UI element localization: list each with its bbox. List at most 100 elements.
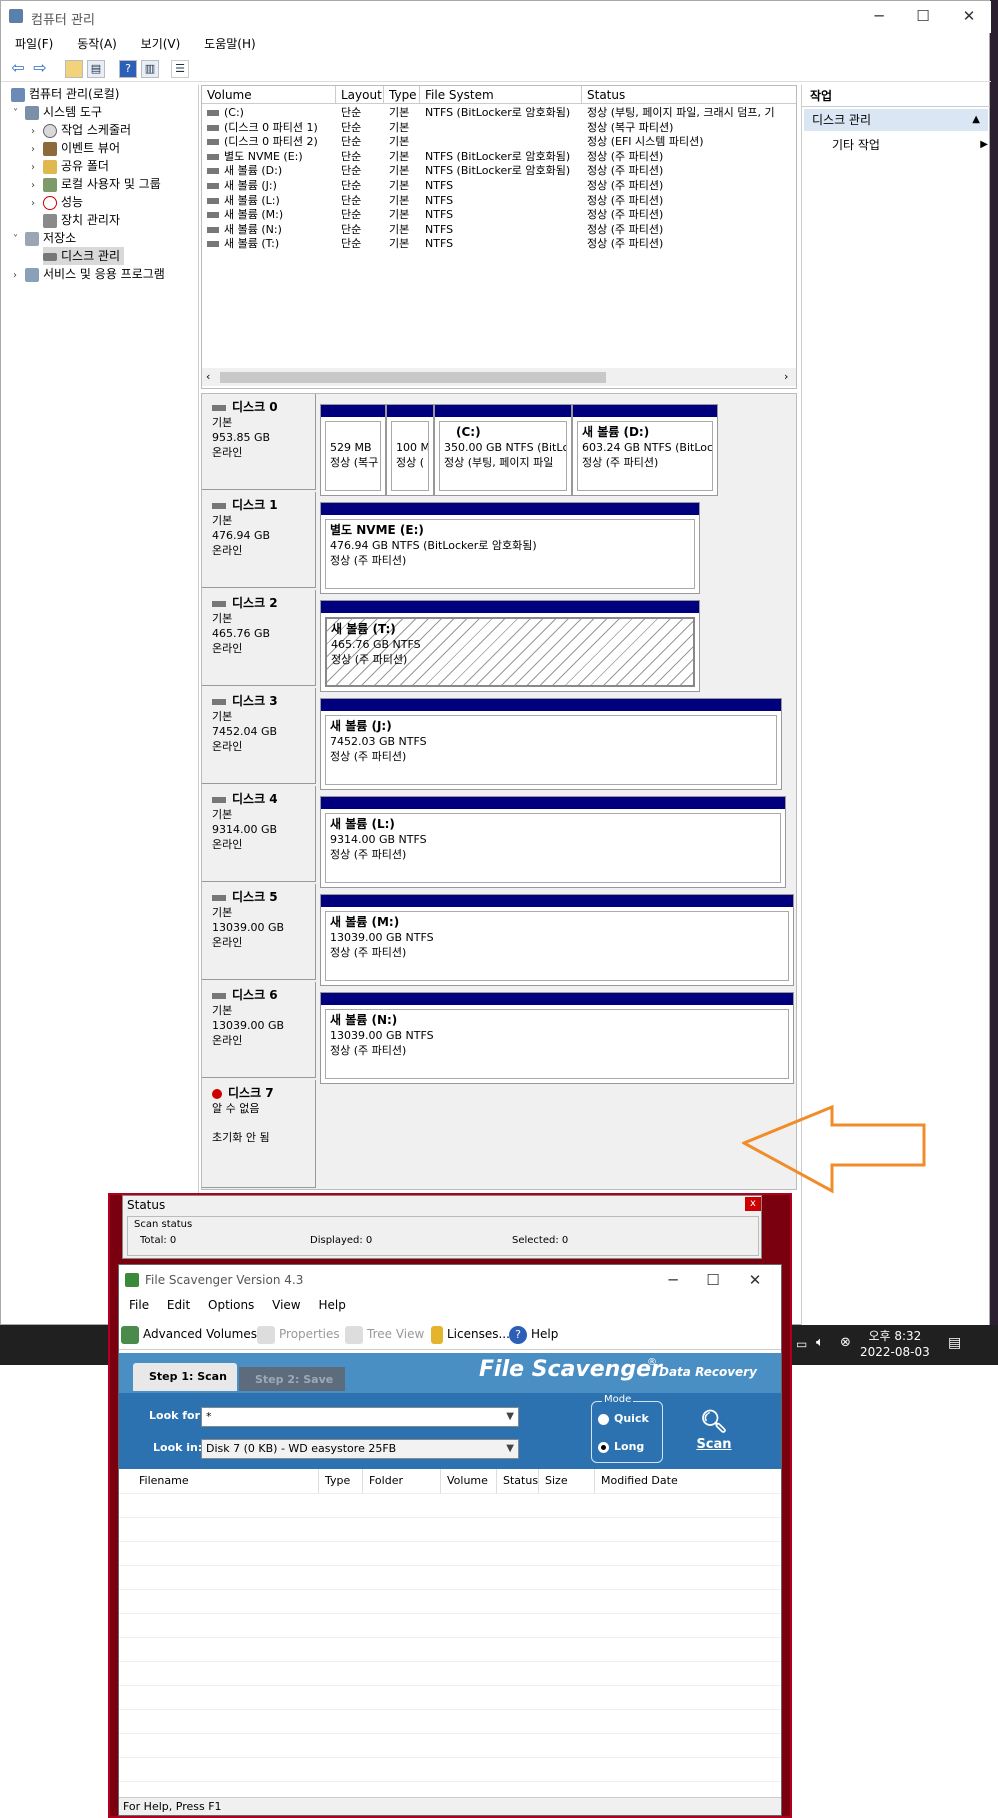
chevron-right-icon[interactable]: › — [31, 195, 43, 213]
tree-item-disk-management[interactable]: 디스크 관리 — [43, 247, 125, 265]
menu-edit[interactable]: Edit — [167, 1298, 190, 1312]
column-header-type[interactable]: Type — [384, 86, 420, 104]
tree-view-button[interactable]: Tree View — [345, 1324, 424, 1344]
scroll-left-icon[interactable]: ‹ — [206, 370, 210, 383]
volume-icon[interactable]: 🔈︎ — [816, 1335, 824, 1350]
disk-label-7[interactable]: 디스크 7 알 수 없음 초기화 안 됨 — [202, 1080, 316, 1188]
volume-icon — [207, 183, 219, 189]
column-header-size[interactable]: Size — [539, 1469, 595, 1493]
disk-label-6[interactable]: 디스크 6 기본 13039.00 GB 온라인 — [202, 982, 316, 1078]
more-actions-item[interactable]: 기타 작업 ▶ — [832, 135, 988, 155]
partition-e[interactable]: 별도 NVME (E:) 476.94 GB NTFS (BitLocker로 암… — [320, 502, 700, 594]
mute-icon[interactable]: ⊗ — [840, 1335, 851, 1350]
partition-n[interactable]: 새 볼륨 (N:) 13039.00 GB NTFS 정상 (주 파티션) — [320, 992, 794, 1084]
chevron-down-icon[interactable]: ˅ — [13, 231, 25, 249]
tab-step-save[interactable]: Step 2: Save — [239, 1367, 345, 1391]
mode-long-radio[interactable]: Long — [598, 1440, 644, 1453]
look-in-select[interactable]: Disk 7 (0 KB) - WD easystore 25FB ▼ — [201, 1439, 519, 1459]
advanced-volumes-button[interactable]: Advanced Volumes... — [121, 1324, 268, 1344]
brand-logo: File Scavenger — [479, 1357, 662, 1382]
tree-item-performance[interactable]: › 성능 — [31, 193, 83, 211]
back-arrow-icon[interactable]: ⇦ — [9, 60, 27, 78]
column-header-volume[interactable]: Volume — [441, 1469, 497, 1493]
close-icon[interactable]: ✕ — [959, 7, 979, 27]
tree-item-storage[interactable]: ˅ 저장소 — [13, 229, 76, 247]
column-header-type[interactable]: Type — [319, 1469, 363, 1493]
maximize-icon[interactable]: ☐ — [703, 1271, 723, 1291]
partition-t[interactable]: 새 볼륨 (T:) 465.76 GB NTFS 정상 (주 파티션) — [320, 600, 700, 692]
help-icon[interactable]: ? — [119, 60, 137, 78]
column-header-modified-date[interactable]: Modified Date — [595, 1469, 781, 1493]
chevron-down-icon[interactable]: ▼ — [506, 1440, 514, 1458]
column-header-folder[interactable]: Folder — [363, 1469, 441, 1493]
network-icon[interactable]: ▭ — [796, 1337, 807, 1351]
properties-button[interactable]: Properties — [257, 1324, 340, 1344]
partition-d[interactable]: 새 볼륨 (D:) 603.24 GB NTFS (BitLoc 정상 (주 파티션… — [572, 404, 718, 496]
tree-item-system-tools[interactable]: ˅ 시스템 도구 — [13, 103, 102, 121]
chevron-down-icon[interactable]: ▼ — [506, 1408, 514, 1426]
chevron-down-icon[interactable]: ˅ — [13, 105, 25, 123]
tree-item-device-manager[interactable]: 장치 관리자 — [43, 211, 120, 229]
column-header-file-system[interactable]: File System — [420, 86, 582, 104]
column-header-status[interactable]: Status — [582, 86, 796, 104]
tree-item-task-scheduler[interactable]: › 작업 스케줄러 — [31, 121, 131, 139]
scrollbar-thumb[interactable] — [220, 372, 606, 383]
action-pane-icon[interactable]: ▥ — [141, 60, 159, 78]
disk-label-4[interactable]: 디스크 4 기본 9314.00 GB 온라인 — [202, 786, 316, 882]
tab-step-scan[interactable]: Step 1: Scan — [133, 1363, 237, 1391]
tree-item-shared-folders[interactable]: › 공유 폴더 — [31, 157, 109, 175]
partition-j[interactable]: 새 볼륨 (J:) 7452.03 GB NTFS 정상 (주 파티션) — [320, 698, 782, 790]
partition-recovery[interactable]: 529 MB 정상 (복구 — [320, 404, 386, 496]
menu-file[interactable]: File — [129, 1298, 149, 1312]
menu-options[interactable]: Options — [208, 1298, 254, 1312]
tree-item-event-viewer[interactable]: › 이벤트 뷰어 — [31, 139, 120, 157]
menu-view[interactable]: View — [272, 1298, 300, 1312]
menu-action[interactable]: 동작(A) — [77, 37, 117, 51]
scroll-right-icon[interactable]: › — [784, 370, 788, 383]
partition-c[interactable]: (C:) 350.00 GB NTFS (BitLc 정상 (부팅, 페이지 파일 — [434, 404, 572, 496]
folder-up-icon[interactable] — [65, 60, 83, 78]
annotation-arrow — [742, 1105, 926, 1194]
menu-view[interactable]: 보기(V) — [141, 37, 181, 51]
disk-label-0[interactable]: 디스크 0 기본 953.85 GB 온라인 — [202, 394, 316, 490]
forward-arrow-icon[interactable]: ⇨ — [31, 60, 49, 78]
disk-label-3[interactable]: 디스크 3 기본 7452.04 GB 온라인 — [202, 688, 316, 784]
collapse-up-icon[interactable]: ▲ — [972, 109, 980, 131]
show-tree-icon[interactable]: ▤ — [87, 60, 105, 78]
horizontal-scrollbar[interactable]: ‹ › — [202, 368, 796, 386]
look-for-input[interactable]: * ▼ — [201, 1407, 519, 1427]
chevron-right-icon[interactable]: › — [13, 267, 25, 285]
disk-label-5[interactable]: 디스크 5 기본 13039.00 GB 온라인 — [202, 884, 316, 980]
tree-item-local-users[interactable]: › 로컬 사용자 및 그룹 — [31, 175, 161, 193]
notification-icon[interactable]: ▤ — [948, 1335, 961, 1351]
mode-quick-radio[interactable]: Quick — [598, 1412, 649, 1425]
column-header-volume[interactable]: Volume — [202, 86, 336, 104]
volume-layout: 단순 — [341, 237, 362, 251]
column-header-filename[interactable]: Filename — [133, 1469, 319, 1493]
menu-help[interactable]: 도움말(H) — [204, 37, 256, 51]
volume-row[interactable]: 새 볼륨 (T:) 단순 기본 NTFS 정상 (주 파티션) — [202, 235, 796, 252]
actions-section-disk-management[interactable]: 디스크 관리 ▲ — [804, 109, 988, 131]
tree-item-services[interactable]: › 서비스 및 응용 프로그램 — [13, 265, 165, 283]
partition-efi[interactable]: 100 M 정상 ( — [386, 404, 434, 496]
maximize-icon[interactable]: ☐ — [913, 7, 933, 27]
help-button[interactable]: ? Help — [509, 1324, 558, 1344]
properties-icon[interactable]: ☰ — [171, 60, 189, 78]
column-header-status[interactable]: Status — [497, 1469, 539, 1493]
column-header-layout[interactable]: Layout — [336, 86, 384, 104]
menu-file[interactable]: 파일(F) — [15, 37, 53, 51]
minimize-icon[interactable]: ─ — [869, 7, 889, 27]
close-icon[interactable]: x — [745, 1197, 761, 1211]
menu-help[interactable]: Help — [318, 1298, 345, 1312]
taskbar-clock[interactable]: 오후 8:32 2022-08-03 — [860, 1328, 930, 1360]
licenses-button[interactable]: Licenses... — [431, 1324, 510, 1344]
volume-fs: NTFS — [425, 237, 454, 251]
partition-l[interactable]: 새 볼륨 (L:) 9314.00 GB NTFS 정상 (주 파티션) — [320, 796, 786, 888]
close-icon[interactable]: ✕ — [745, 1271, 765, 1291]
scan-button[interactable]: 🔍︎ Scan — [685, 1409, 743, 1463]
minimize-icon[interactable]: ─ — [663, 1271, 683, 1291]
partition-m[interactable]: 새 볼륨 (M:) 13039.00 GB NTFS 정상 (주 파티션) — [320, 894, 794, 986]
tree-item-root[interactable]: 컴퓨터 관리(로컬) — [11, 85, 119, 103]
disk-label-2[interactable]: 디스크 2 기본 465.76 GB 온라인 — [202, 590, 316, 686]
disk-label-1[interactable]: 디스크 1 기본 476.94 GB 온라인 — [202, 492, 316, 588]
